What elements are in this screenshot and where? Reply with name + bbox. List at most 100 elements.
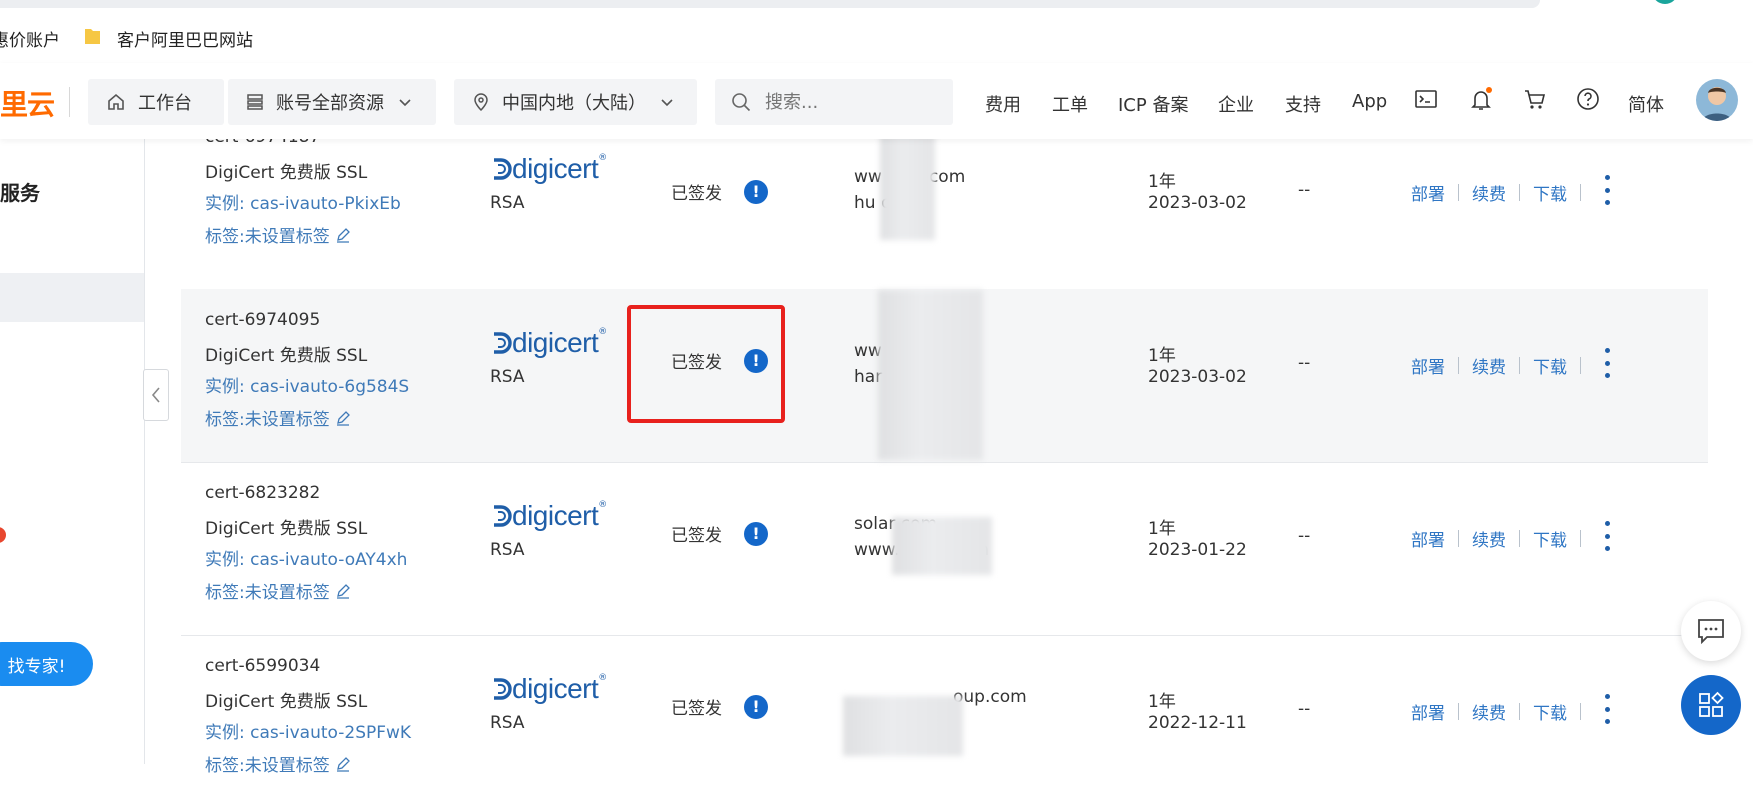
validity: 1年 — [1148, 346, 1176, 366]
more-actions-icon[interactable] — [1603, 348, 1611, 378]
renew-link[interactable]: 续费 — [1472, 353, 1506, 378]
tag-link[interactable]: 标签:未设置标签 — [205, 222, 351, 247]
nav-fees[interactable]: 费用 — [985, 91, 1021, 117]
apps-button[interactable] — [1681, 675, 1741, 735]
validity: 1年 — [1148, 172, 1176, 192]
search-icon — [731, 92, 751, 112]
instance-link[interactable]: 实例: cas-ivauto-6g584S — [205, 372, 409, 397]
renew-link[interactable]: 续费 — [1472, 180, 1506, 205]
info-icon[interactable]: ! — [744, 179, 768, 204]
sidebar-collapse-button[interactable] — [143, 369, 169, 421]
download-link[interactable]: 下载 — [1533, 180, 1567, 205]
extra-value: -- — [1298, 353, 1311, 373]
workbench-button[interactable]: 工作台 — [88, 79, 224, 125]
nav-app[interactable]: App — [1352, 91, 1387, 112]
chevron-down-icon — [398, 95, 412, 109]
digicert-logo: digicert ® — [490, 500, 607, 532]
tag-link[interactable]: 标签:未设置标签 — [205, 578, 351, 603]
deploy-link[interactable]: 部署 — [1411, 180, 1445, 205]
divider — [1519, 530, 1520, 547]
divider — [1580, 357, 1581, 374]
deploy-link[interactable]: 部署 — [1411, 526, 1445, 551]
renew-link[interactable]: 续费 — [1472, 699, 1506, 724]
sidebar: 服务 找专家! — [0, 139, 145, 764]
browser-profile-icon[interactable] — [1652, 0, 1678, 4]
expire-date: 2023-03-02 — [1148, 367, 1247, 387]
status-text: 已签发 — [671, 526, 722, 546]
location-pin-icon — [472, 92, 490, 112]
redaction-blur — [843, 696, 963, 756]
aliyun-logo[interactable]: 里云 — [0, 83, 55, 123]
info-icon[interactable]: ! — [744, 694, 768, 719]
download-link[interactable]: 下载 — [1533, 526, 1567, 551]
cert-name: DigiCert 免费版 SSL — [205, 346, 368, 366]
divider — [1519, 703, 1520, 720]
cart-icon[interactable] — [1523, 87, 1547, 111]
divider — [1580, 184, 1581, 201]
algorithm: RSA — [490, 713, 525, 733]
deploy-link[interactable]: 部署 — [1411, 699, 1445, 724]
redaction-blur — [878, 290, 983, 460]
download-link[interactable]: 下载 — [1533, 353, 1567, 378]
divider — [1519, 184, 1520, 201]
help-icon[interactable] — [1576, 87, 1600, 111]
avatar[interactable] — [1696, 79, 1738, 121]
notification-dot — [0, 527, 6, 543]
algorithm: RSA — [490, 367, 525, 387]
deploy-link[interactable]: 部署 — [1411, 353, 1445, 378]
digicert-logo: digicert ® — [490, 153, 607, 185]
sidebar-item-active[interactable] — [0, 273, 144, 322]
info-icon[interactable]: ! — [744, 521, 768, 546]
digicert-logo: digicert ® — [490, 327, 607, 359]
home-icon — [106, 92, 126, 112]
expire-date: 2023-01-22 — [1148, 540, 1247, 560]
download-link[interactable]: 下载 — [1533, 699, 1567, 724]
sidebar-title: 服务 — [0, 181, 40, 205]
nav-enterprise[interactable]: 企业 — [1218, 91, 1254, 117]
bell-icon[interactable] — [1469, 87, 1493, 113]
chevron-left-icon — [151, 387, 160, 403]
brand-text: digicert — [512, 153, 599, 184]
instance-link[interactable]: 实例: cas-ivauto-oAY4xh — [205, 545, 407, 570]
divider — [1580, 530, 1581, 547]
nav-tickets[interactable]: 工单 — [1052, 91, 1088, 117]
table-row: cert-6974187 DigiCert 免费版 SSL 实例: cas-iv… — [181, 127, 1708, 290]
terminal-icon[interactable] — [1414, 87, 1438, 111]
divider — [69, 87, 70, 117]
divider — [1580, 703, 1581, 720]
browser-address-bar[interactable] — [0, 0, 1540, 8]
search-input[interactable] — [763, 90, 937, 114]
renew-link[interactable]: 续费 — [1472, 526, 1506, 551]
more-actions-icon[interactable] — [1603, 694, 1611, 724]
chat-button[interactable] — [1681, 601, 1741, 661]
instance-link[interactable]: 实例: cas-ivauto-2SPFwK — [205, 718, 411, 743]
brand-text: digicert — [512, 327, 599, 358]
bookmark-item[interactable]: 客户阿里巴巴网站 — [117, 26, 253, 51]
console-topbar: 里云 工作台 账号全部资源 中国内地（大陆） 费用 工单 ICP 备案 企业 — [0, 63, 1753, 139]
status-text: 已签发 — [671, 184, 722, 204]
status: 已签发! — [671, 694, 768, 719]
more-actions-icon[interactable] — [1603, 175, 1611, 205]
nav-support[interactable]: 支持 — [1285, 91, 1321, 117]
find-expert-button[interactable]: 找专家! — [0, 642, 93, 686]
resources-label: 账号全部资源 — [276, 93, 384, 114]
resources-dropdown[interactable]: 账号全部资源 — [228, 79, 436, 125]
validity: 1年 — [1148, 519, 1176, 539]
apps-grid-icon — [1699, 691, 1724, 717]
region-dropdown[interactable]: 中国内地（大陆） — [454, 79, 697, 125]
tag-link[interactable]: 标签:未设置标签 — [205, 405, 351, 430]
instance-link[interactable]: 实例: cas-ivauto-PkixEb — [205, 189, 401, 214]
folder-icon — [85, 29, 100, 44]
tag-label: 标签:未设置标签 — [205, 583, 330, 603]
bookmark-item[interactable]: 惠价账户 — [0, 26, 60, 51]
redaction-blur — [880, 128, 935, 240]
extra-value: -- — [1298, 699, 1311, 719]
more-actions-icon[interactable] — [1603, 521, 1611, 551]
tag-label: 标签:未设置标签 — [205, 410, 330, 430]
nav-icp[interactable]: ICP 备案 — [1118, 91, 1188, 117]
brand-text: digicert — [512, 500, 599, 531]
validity: 1年 — [1148, 692, 1176, 712]
extra-value: -- — [1298, 526, 1311, 546]
search-box[interactable] — [715, 79, 953, 125]
language-switch[interactable]: 简体 — [1628, 91, 1664, 117]
